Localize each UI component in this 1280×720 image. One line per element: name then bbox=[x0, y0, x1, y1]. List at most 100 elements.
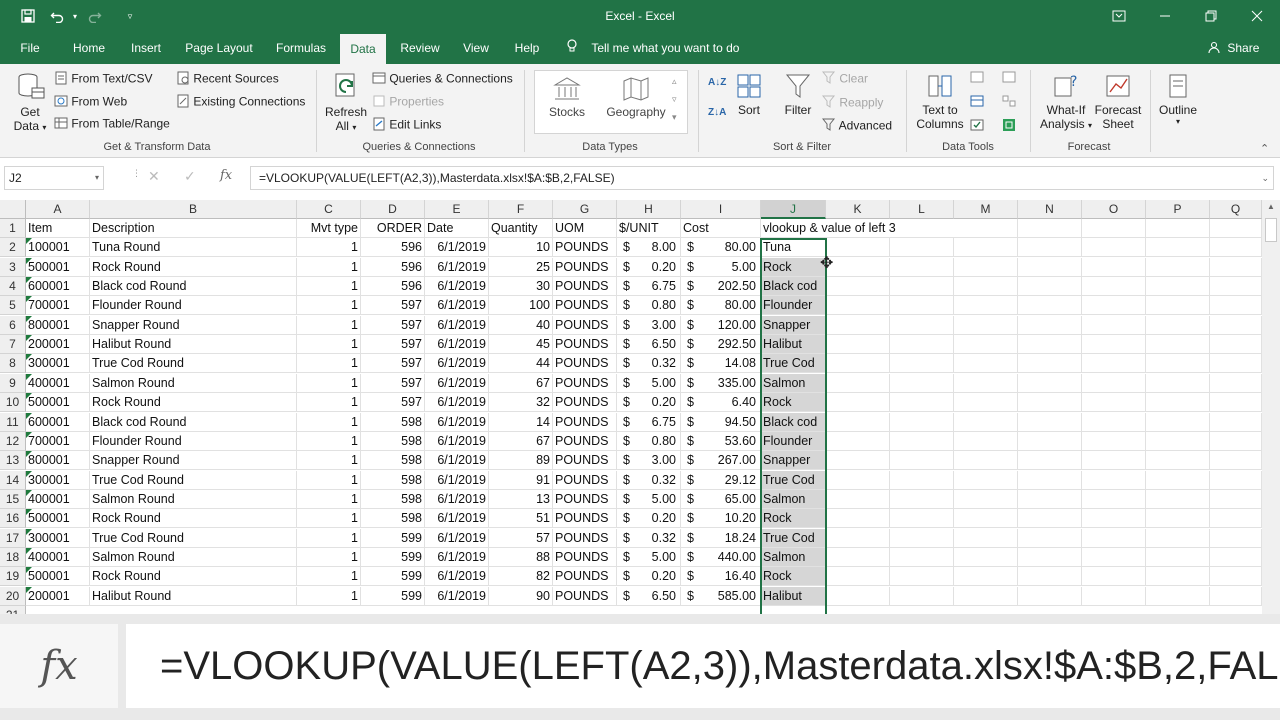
table-cell[interactable]: POUNDS bbox=[553, 509, 617, 529]
table-cell[interactable]: Salmon Round bbox=[90, 489, 297, 509]
table-cell[interactable] bbox=[890, 393, 954, 413]
header-cell[interactable]: Description bbox=[90, 219, 297, 238]
table-cell[interactable] bbox=[1082, 315, 1146, 335]
table-cell[interactable]: 599 bbox=[361, 528, 425, 548]
table-cell[interactable]: 596 bbox=[361, 257, 425, 277]
table-cell[interactable]: 10 bbox=[489, 238, 553, 258]
table-cell[interactable]: POUNDS bbox=[553, 393, 617, 413]
table-cell[interactable]: POUNDS bbox=[553, 238, 617, 258]
table-cell[interactable]: 597 bbox=[361, 373, 425, 393]
table-cell[interactable] bbox=[826, 277, 890, 297]
sort-button[interactable]: Sort bbox=[732, 72, 766, 117]
table-cell[interactable] bbox=[1082, 489, 1146, 509]
table-cell[interactable]: POUNDS bbox=[553, 257, 617, 277]
table-cell[interactable]: 1 bbox=[297, 547, 361, 567]
scroll-thumb[interactable] bbox=[1265, 218, 1277, 242]
tab-data[interactable]: Data bbox=[340, 34, 386, 64]
table-cell[interactable] bbox=[826, 219, 890, 238]
table-cell[interactable]: 90 bbox=[489, 586, 553, 606]
selected-cell[interactable]: Halibut bbox=[761, 335, 826, 355]
minimize-icon[interactable] bbox=[1142, 0, 1188, 32]
table-cell[interactable]: 1 bbox=[297, 393, 361, 413]
table-cell[interactable]: 598 bbox=[361, 509, 425, 529]
table-cell[interactable]: Rock Round bbox=[90, 393, 297, 413]
table-cell[interactable]: 67 bbox=[489, 373, 553, 393]
column-header[interactable]: D bbox=[361, 200, 425, 219]
table-cell[interactable]: $10.20 bbox=[681, 509, 761, 529]
table-cell[interactable] bbox=[890, 547, 954, 567]
column-header[interactable]: E bbox=[425, 200, 489, 219]
table-cell[interactable] bbox=[826, 528, 890, 548]
filter-button[interactable]: Filter bbox=[780, 72, 816, 117]
table-cell[interactable] bbox=[826, 412, 890, 432]
table-cell[interactable]: $5.00 bbox=[617, 373, 681, 393]
what-if-analysis-button[interactable]: ? What-If Analysis ▾ bbox=[1038, 72, 1094, 131]
table-cell[interactable] bbox=[1146, 509, 1210, 529]
row-header[interactable]: 9 bbox=[0, 373, 26, 393]
table-cell[interactable] bbox=[826, 335, 890, 355]
table-cell[interactable] bbox=[1018, 277, 1082, 297]
tab-formulas[interactable]: Formulas bbox=[270, 32, 332, 64]
selected-cell[interactable]: Rock bbox=[761, 393, 826, 413]
table-cell[interactable] bbox=[1082, 393, 1146, 413]
column-header[interactable]: J bbox=[761, 200, 826, 219]
table-cell[interactable] bbox=[954, 509, 1018, 529]
table-cell[interactable]: 1 bbox=[297, 528, 361, 548]
table-cell[interactable] bbox=[1210, 451, 1262, 471]
table-cell[interactable]: 1 bbox=[297, 509, 361, 529]
table-cell[interactable] bbox=[1210, 277, 1262, 297]
row-header[interactable]: 16 bbox=[0, 509, 26, 529]
table-cell[interactable]: 1 bbox=[297, 489, 361, 509]
table-cell[interactable]: 100001 bbox=[26, 238, 90, 258]
table-cell[interactable]: Salmon Round bbox=[90, 373, 297, 393]
stocks-button[interactable]: Stocks bbox=[546, 76, 588, 119]
selected-cell[interactable]: Halibut bbox=[761, 586, 826, 606]
table-cell[interactable]: POUNDS bbox=[553, 277, 617, 297]
sort-a-z-button[interactable]: A↓Z bbox=[708, 74, 726, 88]
table-cell[interactable] bbox=[826, 567, 890, 587]
table-cell[interactable] bbox=[826, 470, 890, 490]
table-cell[interactable] bbox=[1018, 431, 1082, 451]
edit-links-button[interactable]: Edit Links bbox=[372, 117, 441, 134]
name-box[interactable]: J2 ▾ bbox=[4, 166, 104, 190]
table-cell[interactable]: POUNDS bbox=[553, 528, 617, 548]
table-cell[interactable] bbox=[1210, 567, 1262, 587]
table-cell[interactable]: $120.00 bbox=[681, 315, 761, 335]
existing-connections-button[interactable]: Existing Connections bbox=[176, 94, 305, 111]
table-cell[interactable]: 51 bbox=[489, 509, 553, 529]
table-cell[interactable]: 500001 bbox=[26, 567, 90, 587]
table-cell[interactable]: 6/1/2019 bbox=[425, 586, 489, 606]
table-cell[interactable]: 597 bbox=[361, 354, 425, 374]
table-cell[interactable] bbox=[890, 277, 954, 297]
table-cell[interactable] bbox=[1018, 528, 1082, 548]
selected-cell[interactable]: Black cod bbox=[761, 412, 826, 432]
table-cell[interactable] bbox=[1082, 373, 1146, 393]
table-cell[interactable] bbox=[954, 296, 1018, 316]
table-cell[interactable]: 6/1/2019 bbox=[425, 412, 489, 432]
table-cell[interactable] bbox=[954, 257, 1018, 277]
selected-cell[interactable]: Salmon bbox=[761, 489, 826, 509]
table-cell[interactable]: POUNDS bbox=[553, 470, 617, 490]
table-cell[interactable]: POUNDS bbox=[553, 373, 617, 393]
table-cell[interactable] bbox=[826, 451, 890, 471]
table-cell[interactable] bbox=[890, 335, 954, 355]
table-cell[interactable]: $5.00 bbox=[617, 489, 681, 509]
table-cell[interactable] bbox=[1210, 238, 1262, 258]
vertical-scrollbar[interactable]: ▲ bbox=[1262, 200, 1280, 614]
cancel-entry-icon[interactable]: ✕ bbox=[148, 168, 160, 185]
row-header[interactable]: 17 bbox=[0, 528, 26, 548]
column-header[interactable]: N bbox=[1018, 200, 1082, 219]
table-cell[interactable]: POUNDS bbox=[553, 335, 617, 355]
selected-cell[interactable]: Black cod bbox=[761, 277, 826, 297]
from-web-button[interactable]: From Web bbox=[54, 94, 127, 111]
table-cell[interactable]: 57 bbox=[489, 528, 553, 548]
column-header[interactable]: K bbox=[826, 200, 890, 219]
table-cell[interactable]: POUNDS bbox=[553, 451, 617, 471]
consolidate-icon[interactable] bbox=[1002, 70, 1016, 87]
table-cell[interactable]: Rock Round bbox=[90, 567, 297, 587]
table-cell[interactable] bbox=[1146, 373, 1210, 393]
select-all-corner[interactable] bbox=[0, 200, 26, 219]
table-cell[interactable] bbox=[890, 509, 954, 529]
table-cell[interactable]: 6/1/2019 bbox=[425, 451, 489, 471]
table-cell[interactable]: 1 bbox=[297, 296, 361, 316]
